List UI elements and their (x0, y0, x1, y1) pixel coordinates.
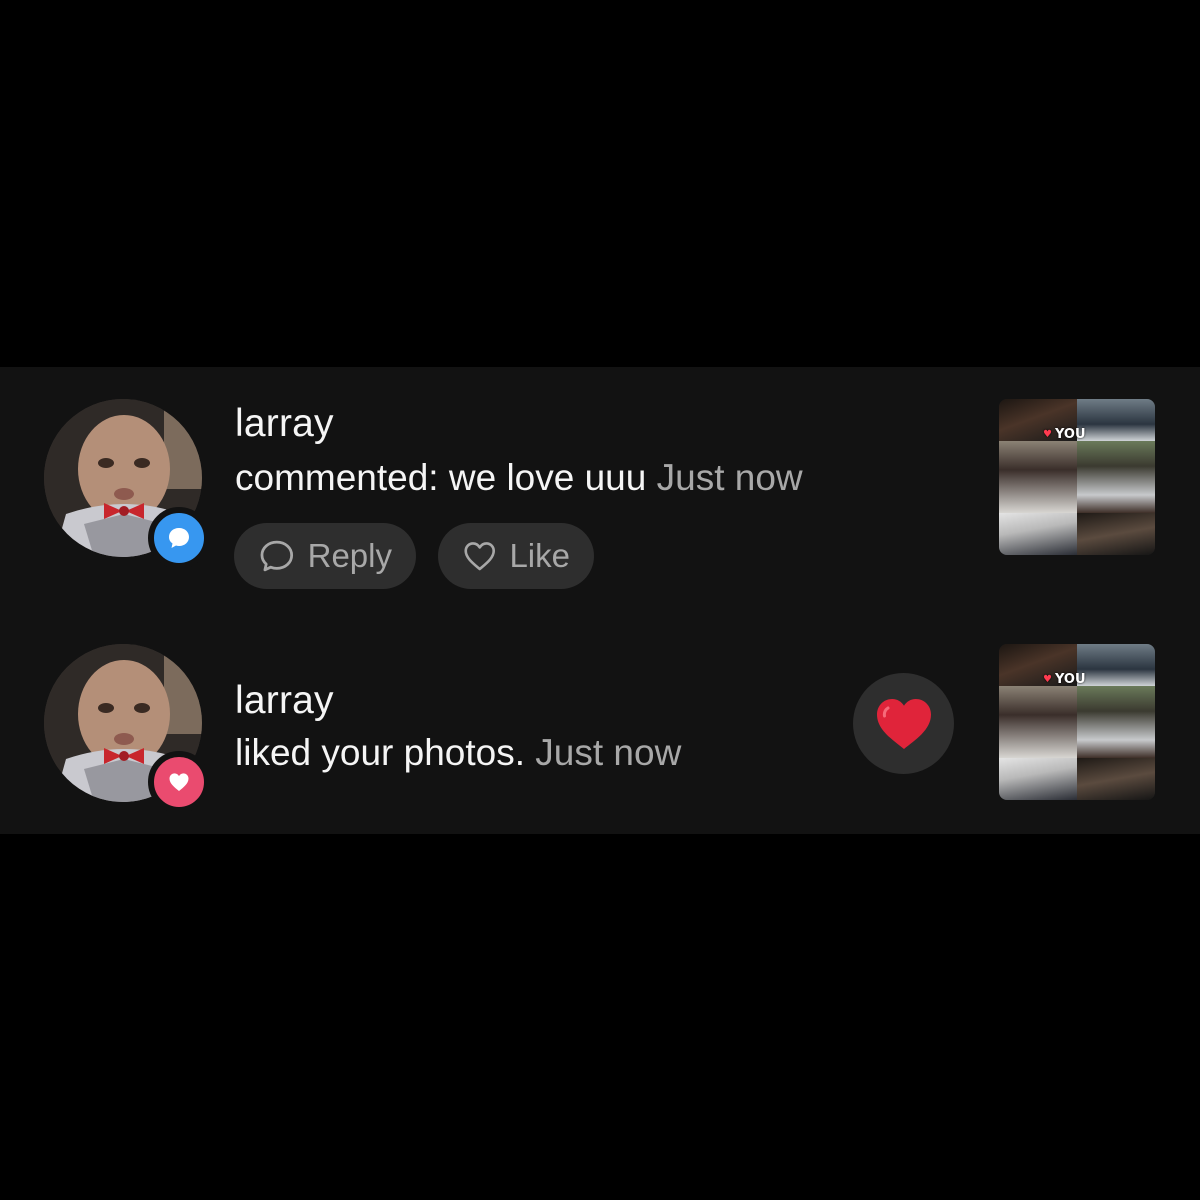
heart-icon (169, 773, 189, 791)
reaction-bubble (853, 673, 954, 774)
action-text: commented: we love uuu (235, 457, 647, 498)
timestamp: Just now (535, 732, 682, 773)
username[interactable]: larray (235, 402, 334, 446)
reply-label: Reply (307, 537, 392, 574)
small-heart-icon: ♥ (1043, 674, 1052, 685)
comment-badge (148, 507, 210, 569)
thumbnail-photo (999, 758, 1077, 800)
heart-outline-icon (464, 542, 496, 571)
like-badge (148, 751, 210, 813)
thumbnail-tag-text: YOU (1054, 672, 1086, 687)
thumbnail-photo (999, 441, 1077, 513)
comment-icon (169, 528, 189, 548)
thumbnail-photo (1077, 513, 1155, 555)
thumbnail-photo (1077, 686, 1155, 758)
activity-panel: larray commented: we love uuu Just now R… (0, 367, 1200, 834)
thumbnail-photo (1077, 644, 1155, 686)
thumbnail-photo (1077, 441, 1155, 513)
username[interactable]: larray (235, 679, 334, 723)
thumbnail-photo (1077, 399, 1155, 441)
reply-icon (260, 540, 294, 572)
notification-text: liked your photos. Just now (235, 732, 681, 774)
post-thumbnail[interactable]: ♥ YOU (999, 399, 1155, 555)
thumbnail-photo (1077, 758, 1155, 800)
like-button[interactable]: Like (438, 523, 594, 589)
notification-comment[interactable]: larray commented: we love uuu Just now R… (0, 367, 1200, 612)
small-heart-icon: ♥ (1043, 429, 1052, 440)
notification-like[interactable]: larray liked your photos. Just now ♥ YOU (0, 612, 1200, 834)
red-heart-icon (876, 698, 931, 749)
thumbnail-photo (999, 686, 1077, 758)
action-text: liked your photos. (235, 732, 526, 773)
reply-button[interactable]: Reply (234, 523, 416, 589)
thumbnail-photo (999, 513, 1077, 555)
timestamp: Just now (656, 457, 803, 498)
post-thumbnail[interactable]: ♥ YOU (999, 644, 1155, 800)
like-label: Like (509, 537, 570, 574)
thumbnail-tag: ♥ YOU (1043, 672, 1086, 687)
thumbnail-tag: ♥ YOU (1043, 427, 1086, 442)
notification-text: commented: we love uuu Just now (235, 457, 803, 499)
thumbnail-tag-text: YOU (1054, 427, 1086, 442)
